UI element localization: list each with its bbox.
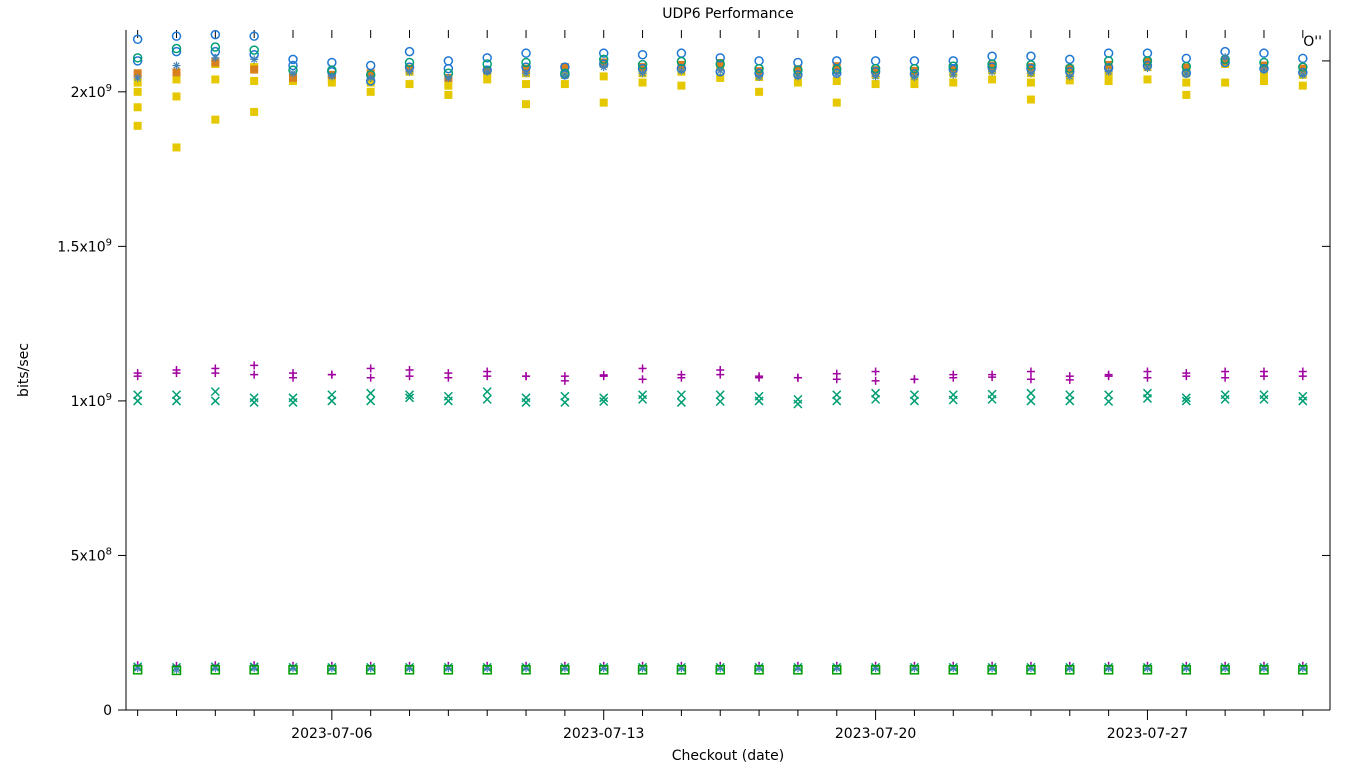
y-tick-label: 5x108 [71,546,112,564]
y-tick-label: 0 [103,703,112,719]
x-tick-label: 2023-07-20 [835,726,916,742]
chart-title: UDP6 Performance [662,6,794,22]
x-tick-label: 2023-07-27 [1107,726,1188,742]
y-tick-label: 2x109 [71,83,112,101]
y-tick-label: 1x109 [71,392,112,410]
series-band-1.0G-teal-x [134,388,1307,408]
chart-container: 2023-07-06 2023-07-13 2023-07-20 2023-07-27… [0,0,1360,768]
corner-annotation: O'' [1303,34,1322,50]
y-axis-label: bits/sec [16,343,32,397]
x-axis-label: Checkout (date) [672,748,784,764]
x-tick-label: 2023-07-13 [563,726,644,742]
x-tick-label: 2023-07-06 [291,726,372,742]
y-tick-label: 1.5x109 [57,237,112,255]
chart-svg: 2023-07-06 2023-07-13 2023-07-20 2023-07-27… [0,0,1360,768]
series-band-1.1G-purple-plus [134,361,1307,384]
